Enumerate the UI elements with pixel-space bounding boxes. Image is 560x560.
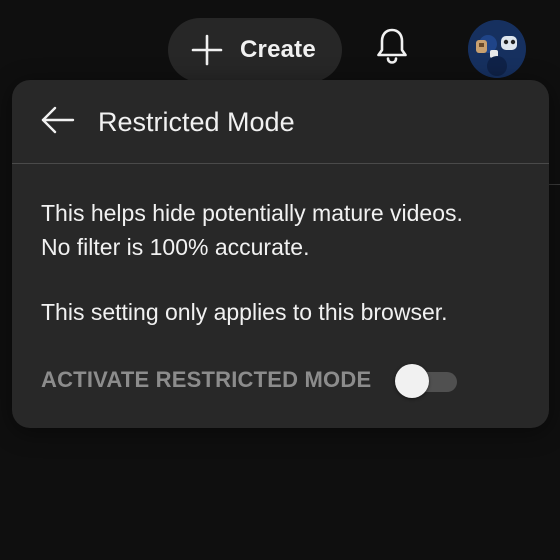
restricted-mode-popup: Restricted Mode This helps hide potentia… bbox=[12, 80, 549, 428]
avatar[interactable] bbox=[468, 20, 526, 78]
create-button[interactable]: Create bbox=[168, 18, 342, 82]
description-line-2: No filter is 100% accurate. bbox=[41, 234, 310, 260]
bell-icon bbox=[375, 27, 409, 70]
notifications-button[interactable] bbox=[372, 28, 412, 68]
back-button[interactable] bbox=[38, 102, 78, 142]
avatar-image bbox=[468, 20, 526, 78]
restricted-mode-toggle[interactable] bbox=[395, 362, 459, 398]
description-line-1: This helps hide potentially mature video… bbox=[41, 200, 463, 226]
popup-header: Restricted Mode bbox=[12, 80, 549, 164]
toggle-knob bbox=[395, 364, 430, 398]
popup-body: This helps hide potentially mature video… bbox=[41, 196, 531, 329]
divider bbox=[549, 184, 560, 185]
browser-note: This setting only applies to this browse… bbox=[41, 299, 448, 325]
activate-row: ACTIVATE RESTRICTED MODE bbox=[41, 360, 511, 400]
activate-restricted-mode-label: ACTIVATE RESTRICTED MODE bbox=[41, 367, 372, 392]
create-label: Create bbox=[240, 36, 316, 63]
page: Create Restricted Mode This helps hide p… bbox=[0, 0, 560, 560]
popup-title: Restricted Mode bbox=[98, 107, 295, 137]
plus-icon bbox=[190, 33, 224, 67]
back-arrow-icon bbox=[40, 105, 76, 140]
